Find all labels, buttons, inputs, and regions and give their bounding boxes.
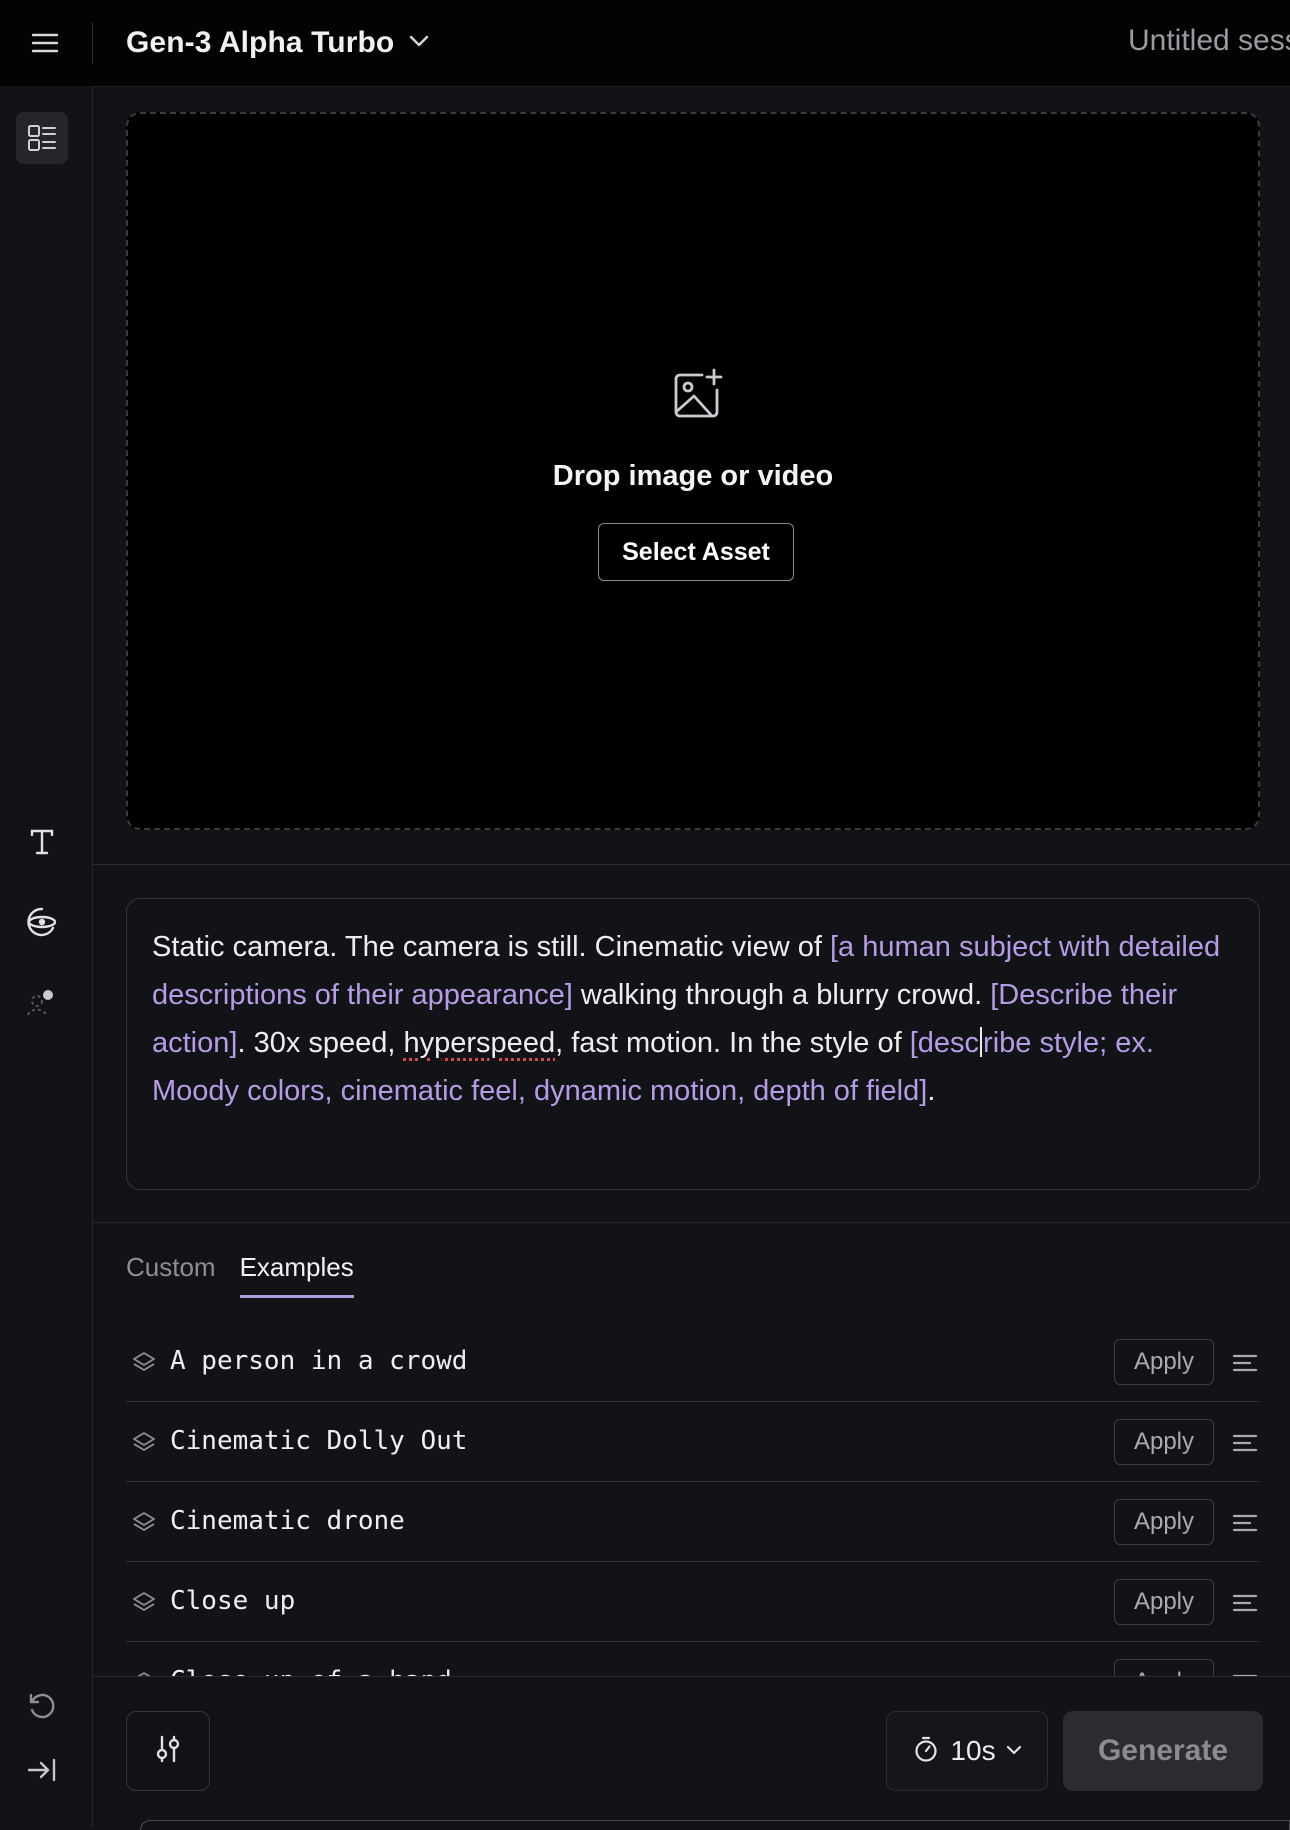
character-icon[interactable] [16, 976, 68, 1028]
text-align-icon[interactable] [1230, 1588, 1260, 1618]
layers-icon [132, 1510, 156, 1534]
prompt-segment: . [927, 1075, 936, 1107]
prompt-segment: , fast motion. In the style of [555, 1027, 910, 1059]
duration-value: 10s [950, 1735, 996, 1766]
list-item[interactable]: Close up Apply [126, 1562, 1260, 1642]
list-item[interactable]: Close up of a hand Apply [126, 1642, 1260, 1676]
apply-button[interactable]: Apply [1114, 1339, 1214, 1385]
layout-list-icon[interactable] [16, 112, 68, 164]
example-label: A person in a crowd [170, 1346, 468, 1376]
history-icon[interactable] [16, 1680, 68, 1732]
image-plus-icon [668, 366, 726, 424]
list-item[interactable]: A person in a crowd Apply [126, 1322, 1260, 1402]
bottom-action-bar: 10s Generate [93, 1676, 1290, 1829]
example-label: Close up of a hand [170, 1666, 452, 1676]
divider [92, 22, 93, 64]
text-align-icon[interactable] [1230, 1668, 1260, 1676]
panel-edge [140, 1820, 1290, 1830]
collapse-sidebar-icon[interactable] [16, 1744, 68, 1796]
prompt-segment: Static camera. The camera is still. Cine… [152, 931, 830, 963]
tab-examples[interactable]: Examples [239, 1252, 354, 1298]
apply-button[interactable]: Apply [1114, 1579, 1214, 1625]
duration-selector[interactable]: 10s [886, 1711, 1048, 1791]
generate-button[interactable]: Generate [1063, 1711, 1263, 1791]
session-title[interactable]: Untitled session [1128, 24, 1290, 58]
text-align-icon[interactable] [1230, 1508, 1260, 1538]
prompt-placeholder: [desc [909, 1027, 980, 1059]
section-divider [93, 1222, 1290, 1223]
prompt-segment: walking through a blurry crowd. [572, 979, 991, 1011]
spellcheck-word: hyperspeed [403, 1027, 556, 1059]
tab-custom[interactable]: Custom [126, 1252, 216, 1298]
hamburger-menu-icon[interactable] [28, 26, 62, 60]
left-toolbar [0, 86, 93, 1828]
layers-icon [132, 1430, 156, 1454]
list-item[interactable]: Cinematic drone Apply [126, 1482, 1260, 1562]
examples-list: A person in a crowd Apply Cinematic Doll… [126, 1322, 1260, 1676]
text-align-icon[interactable] [1230, 1428, 1260, 1458]
section-divider [93, 864, 1290, 865]
timer-icon [912, 1735, 940, 1768]
prompt-textarea[interactable]: Static camera. The camera is still. Cine… [126, 898, 1260, 1190]
top-bar: Gen-3 Alpha Turbo Untitled session [0, 0, 1290, 87]
prompt-text: Static camera. The camera is still. Cine… [152, 923, 1222, 1115]
example-label: Close up [170, 1586, 296, 1616]
text-caret [980, 1027, 983, 1057]
text-tool-icon[interactable] [16, 816, 68, 868]
text-align-icon[interactable] [1230, 1348, 1260, 1378]
prompt-segment: . 30x speed, [237, 1027, 404, 1059]
layers-icon [132, 1350, 156, 1374]
apply-button[interactable]: Apply [1114, 1659, 1214, 1676]
drop-instructions: Drop image or video [552, 460, 834, 492]
camera-control-icon[interactable] [16, 896, 68, 948]
model-selector[interactable]: Gen-3 Alpha Turbo [126, 22, 430, 64]
layers-icon [132, 1590, 156, 1614]
select-asset-button[interactable]: Select Asset [598, 523, 794, 581]
chevron-down-icon [1006, 1742, 1022, 1760]
preset-tabs: Custom Examples [126, 1252, 354, 1298]
example-label: Cinematic Dolly Out [170, 1426, 468, 1456]
example-label: Cinematic drone [170, 1506, 405, 1536]
apply-button[interactable]: Apply [1114, 1419, 1214, 1465]
settings-sliders-icon [152, 1733, 184, 1770]
chevron-down-icon [408, 34, 430, 53]
media-drop-zone[interactable]: Drop image or video Select Asset [126, 112, 1260, 830]
settings-button[interactable] [126, 1711, 210, 1791]
model-name: Gen-3 Alpha Turbo [126, 26, 395, 59]
apply-button[interactable]: Apply [1114, 1499, 1214, 1545]
list-item[interactable]: Cinematic Dolly Out Apply [126, 1402, 1260, 1482]
